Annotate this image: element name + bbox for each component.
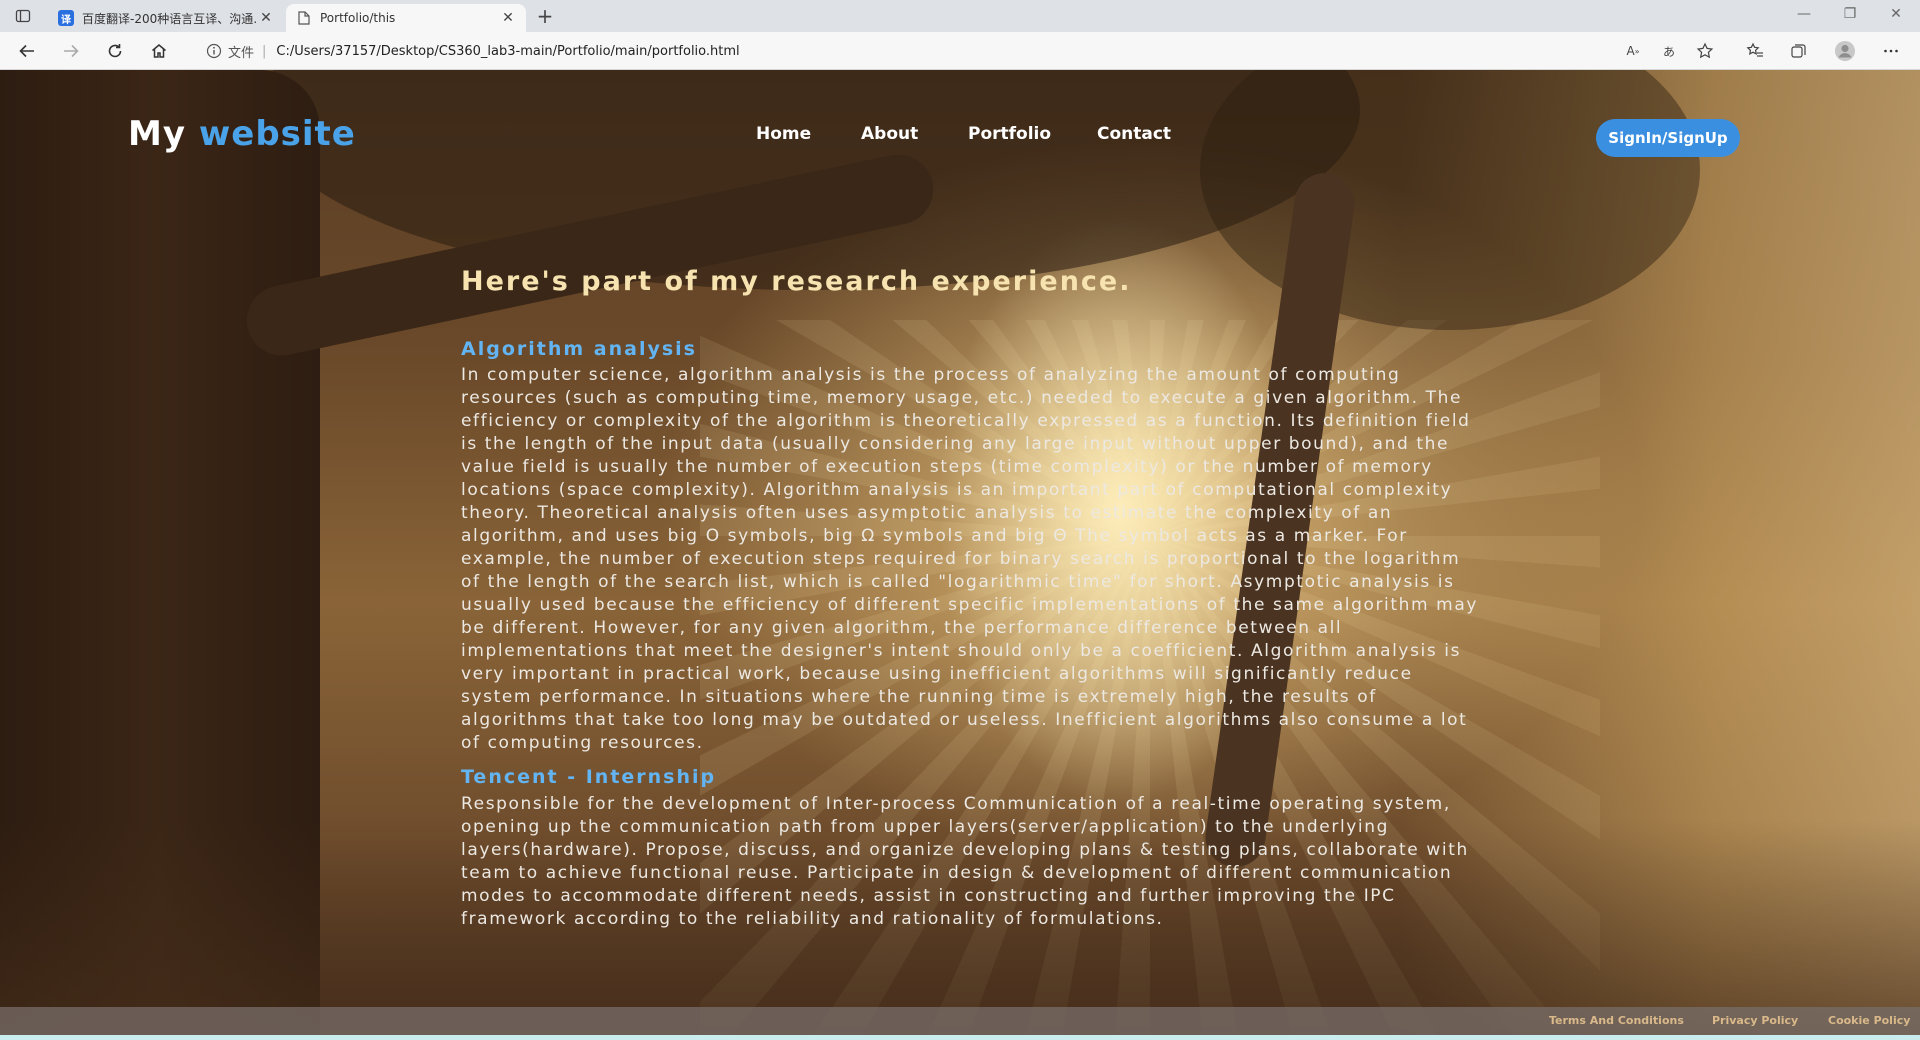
browser-tab-portfolio[interactable]: Portfolio/this ✕ xyxy=(286,4,526,32)
tab-title: 百度翻译-200种语言互译、沟通… xyxy=(82,11,258,26)
page-viewport: My website Home About Portfolio Contact … xyxy=(0,70,1920,1040)
read-aloud-icon[interactable]: A» xyxy=(1622,40,1644,62)
page-heading: Here's part of my research experience. xyxy=(461,266,1132,297)
home-icon[interactable] xyxy=(146,38,172,64)
reload-icon[interactable] xyxy=(102,38,128,64)
browser-toolbar: 文件 | C:/Users/37157/Desktop/CS360_lab3-m… xyxy=(0,32,1920,70)
new-tab-icon[interactable]: + xyxy=(534,5,556,27)
logo-word-my: My xyxy=(128,114,186,154)
address-separator: | xyxy=(262,43,267,59)
protocol-label: 文件 xyxy=(228,45,255,61)
favorites-icon[interactable] xyxy=(1744,40,1766,62)
footer-link-terms[interactable]: Terms And Conditions xyxy=(1549,1014,1684,1027)
nav-link-home[interactable]: Home xyxy=(756,124,811,144)
more-menu-icon[interactable] xyxy=(1880,40,1902,62)
footer-link-privacy[interactable]: Privacy Policy xyxy=(1712,1014,1798,1027)
profile-avatar-icon[interactable] xyxy=(1834,40,1856,62)
forward-icon[interactable] xyxy=(58,38,84,64)
back-icon[interactable] xyxy=(14,38,40,64)
nav-link-portfolio[interactable]: Portfolio xyxy=(968,124,1051,144)
restore-icon[interactable]: ❐ xyxy=(1840,6,1860,22)
page-bottom-strip xyxy=(0,1035,1920,1040)
page-icon xyxy=(296,10,312,26)
baidu-translate-icon: 译 xyxy=(58,10,74,26)
add-favorite-icon[interactable] xyxy=(1694,40,1716,62)
tab-title: Portfolio/this xyxy=(320,11,396,25)
tab-actions-icon[interactable] xyxy=(12,5,34,27)
site-logo[interactable]: My website xyxy=(128,114,356,154)
close-window-icon[interactable]: ✕ xyxy=(1886,6,1906,22)
address-bar[interactable]: 文件 | C:/Users/37157/Desktop/CS360_lab3-m… xyxy=(188,37,1588,65)
read-aloud-label: A xyxy=(1626,44,1635,58)
close-tab-icon[interactable]: ✕ xyxy=(258,10,274,26)
nav-link-contact[interactable]: Contact xyxy=(1097,124,1171,144)
section-title-algorithm-analysis: Algorithm analysis xyxy=(461,338,697,360)
translate-label: あ xyxy=(1662,44,1675,59)
section-title-tencent-internship: Tencent - Internship xyxy=(461,766,717,788)
site-footer: Terms And Conditions Privacy Policy Cook… xyxy=(0,1007,1920,1035)
section-text-algorithm-analysis: In computer science, algorithm analysis … xyxy=(461,365,1479,753)
browser-tab-baidu-translate[interactable]: 译 百度翻译-200种语言互译、沟通… ✕ xyxy=(48,4,284,32)
section-text-tencent-internship: Responsible for the development of Inter… xyxy=(461,794,1469,929)
collections-icon[interactable] xyxy=(1788,40,1810,62)
signin-signup-button[interactable]: SignIn/SignUp xyxy=(1596,119,1740,157)
url-text[interactable]: C:/Users/37157/Desktop/CS360_lab3-main/P… xyxy=(276,44,739,59)
nav-link-about[interactable]: About xyxy=(861,124,918,144)
footer-link-cookie[interactable]: Cookie Policy xyxy=(1828,1014,1910,1027)
translate-icon[interactable]: あ xyxy=(1658,40,1680,62)
main-content: Here's part of my research experience. A… xyxy=(461,266,1481,929)
logo-word-website: website xyxy=(198,114,356,154)
browser-tabstrip: 译 百度翻译-200种语言互译、沟通… ✕ Portfolio/this ✕ +… xyxy=(0,0,1920,32)
close-tab-icon[interactable]: ✕ xyxy=(500,10,516,26)
site-info-icon[interactable] xyxy=(206,43,222,59)
minimize-icon[interactable]: — xyxy=(1794,6,1814,22)
